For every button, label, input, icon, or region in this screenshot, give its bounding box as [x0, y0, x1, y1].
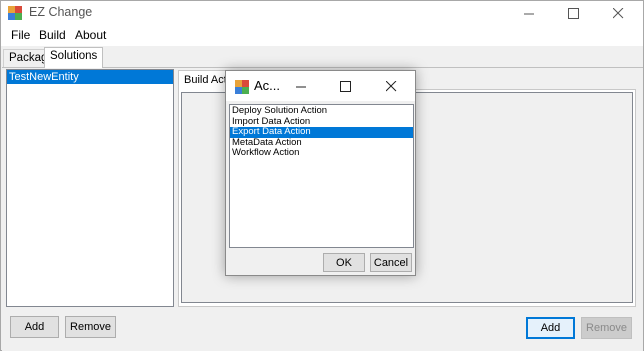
ok-button[interactable]: OK: [323, 253, 365, 272]
dialog-maximize-button[interactable]: [325, 71, 365, 101]
menu-build[interactable]: Build: [39, 28, 66, 42]
app-icon: [8, 6, 22, 20]
add-action-dialog: Ac... Deploy Solution Action Import Data…: [225, 70, 416, 276]
add-solution-button[interactable]: Add: [10, 316, 59, 338]
dialog-close-button[interactable]: [371, 71, 411, 101]
minimize-button[interactable]: [506, 1, 552, 25]
minimize-icon: [523, 13, 534, 14]
tab-strip: Package Solutions: [1, 47, 643, 68]
list-item[interactable]: TestNewEntity: [7, 70, 173, 84]
solutions-list[interactable]: TestNewEntity: [6, 69, 174, 307]
close-icon: [385, 80, 396, 91]
maximize-icon: [339, 80, 351, 92]
close-button[interactable]: [595, 1, 641, 25]
menu-bar: File Build About: [1, 25, 643, 46]
tab-solutions[interactable]: Solutions: [44, 47, 104, 68]
actions-list[interactable]: Deploy Solution Action Import Data Actio…: [229, 104, 414, 248]
list-item[interactable]: Export Data Action: [230, 126, 413, 138]
menu-file[interactable]: File: [11, 28, 30, 42]
remove-action-button[interactable]: Remove: [581, 317, 632, 339]
dialog-title-bar[interactable]: Ac...: [226, 71, 415, 101]
list-item[interactable]: Deploy Solution Action: [230, 105, 413, 117]
dialog-title: Ac...: [254, 78, 281, 93]
add-action-button[interactable]: Add: [526, 317, 575, 339]
maximize-icon: [567, 7, 579, 19]
remove-solution-button[interactable]: Remove: [65, 316, 116, 338]
minimize-icon: [295, 86, 306, 87]
maximize-button[interactable]: [550, 1, 596, 25]
cancel-button[interactable]: Cancel: [370, 253, 412, 272]
menu-about[interactable]: About: [75, 28, 106, 42]
app-icon: [235, 80, 249, 94]
title-bar[interactable]: EZ Change: [1, 1, 643, 25]
window-title: EZ Change: [29, 5, 93, 19]
list-item[interactable]: Workflow Action: [230, 147, 413, 159]
close-icon: [612, 7, 623, 18]
dialog-minimize-button[interactable]: [281, 71, 321, 101]
